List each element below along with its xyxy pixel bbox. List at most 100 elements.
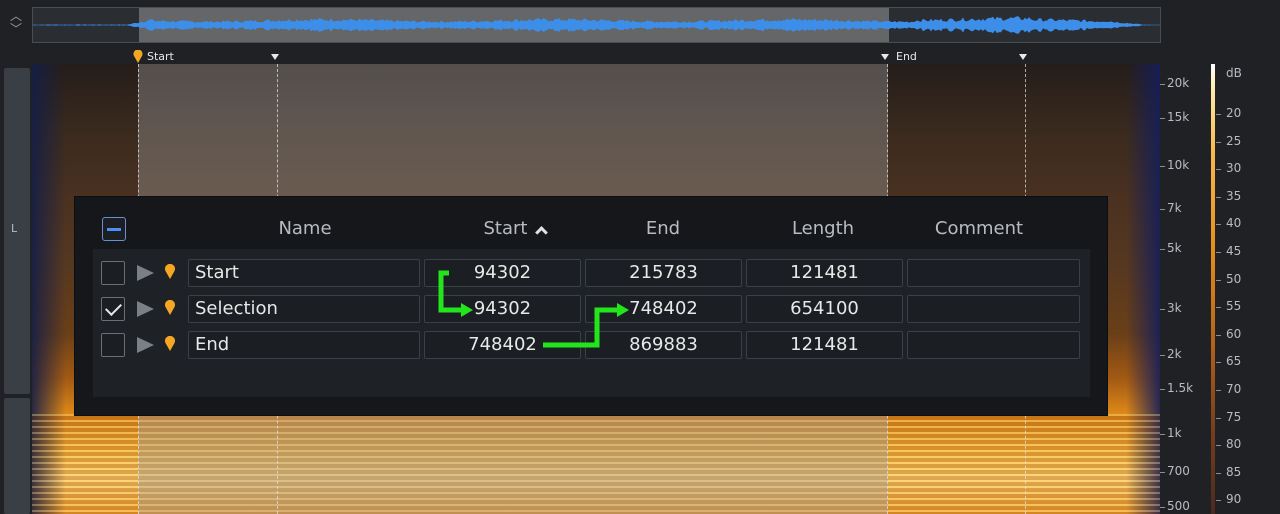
freq-tick: [1160, 166, 1165, 167]
column-header-start-label: Start: [483, 218, 528, 239]
length-field[interactable]: 121481: [746, 259, 903, 287]
start-field[interactable]: 94302: [424, 259, 581, 287]
db-label: 20: [1226, 106, 1242, 120]
db-label: 65: [1226, 354, 1242, 369]
db-label: 25: [1226, 133, 1242, 148]
row-checkbox[interactable]: [101, 333, 125, 357]
db-label: 80: [1226, 437, 1242, 452]
column-header-name[interactable]: Name: [265, 217, 345, 241]
end-marker-flag-icon[interactable]: [881, 54, 889, 60]
db-tick: [1216, 445, 1221, 447]
db-label: 50: [1226, 271, 1242, 286]
freq-label: 20k: [1167, 76, 1190, 90]
play-icon[interactable]: [137, 337, 154, 353]
end-field[interactable]: 869883: [585, 331, 742, 359]
db-tick: [1216, 252, 1221, 253]
db-label: 45: [1226, 244, 1242, 258]
freq-tick: [1160, 309, 1165, 310]
db-tick: [1216, 362, 1221, 364]
marker-row[interactable]: Selection 94302 748402 654100: [93, 294, 1090, 324]
length-field[interactable]: 654100: [746, 295, 903, 323]
comment-field[interactable]: [907, 331, 1080, 359]
start-marker-label: Start: [147, 50, 174, 63]
freq-tick: [1160, 249, 1165, 250]
start-field[interactable]: 94302: [424, 295, 581, 323]
channel-right-button[interactable]: [4, 398, 30, 514]
column-header-start[interactable]: Start: [455, 217, 575, 241]
db-tick: [1216, 390, 1221, 391]
audio-editor: ︿ ﹀ Start End L 20k 15k 10k 7k 5k 3k 2k …: [0, 0, 1280, 514]
freq-tick: [1160, 84, 1165, 85]
end-marker-label: End: [896, 50, 917, 63]
db-label: 70: [1226, 382, 1242, 396]
freq-label: 1k: [1167, 426, 1182, 440]
freq-label: 1.5k: [1167, 381, 1194, 395]
db-tick: [1216, 196, 1221, 198]
freq-tick: [1160, 355, 1165, 356]
name-field[interactable]: End: [188, 331, 420, 359]
sort-ascending-icon: [535, 226, 549, 239]
row-checkbox[interactable]: [101, 297, 125, 321]
start-field[interactable]: 748402: [424, 331, 581, 359]
end-field[interactable]: 215783: [585, 259, 742, 287]
freq-label: 3k: [1167, 301, 1182, 315]
db-label: 75: [1226, 409, 1242, 424]
freq-label: 500: [1167, 499, 1190, 513]
db-tick: [1216, 224, 1221, 226]
marker-row[interactable]: End 748402 869883 121481: [93, 330, 1090, 360]
waveform-overview-graphic: [33, 16, 1160, 34]
comment-field[interactable]: [907, 295, 1080, 323]
waveform-overview[interactable]: [32, 7, 1161, 43]
start-marker-end-flag-icon[interactable]: [271, 54, 279, 60]
db-label: 40: [1226, 216, 1242, 231]
db-scale[interactable]: dB 20 25 30 35 40 45 50 55 60 65 70 75 80 85 90: [1206, 64, 1280, 514]
freq-label: 15k: [1167, 110, 1190, 124]
column-header-length[interactable]: Length: [773, 217, 873, 241]
name-field[interactable]: Start: [188, 259, 420, 287]
channel-label: L: [11, 222, 18, 235]
db-label: 35: [1226, 188, 1242, 203]
name-field[interactable]: Selection: [188, 295, 420, 323]
db-tick: [1216, 417, 1221, 419]
marker-list-panel: Name Start End Length Comment Start 9430…: [74, 196, 1108, 416]
freq-tick: [1160, 472, 1165, 473]
marker-pin-icon: [165, 336, 175, 351]
marker-ruler: [0, 48, 1280, 64]
db-color-bar: [1211, 64, 1215, 514]
marker-pin-icon: [165, 300, 175, 315]
select-all-checkbox[interactable]: [102, 217, 126, 241]
db-tick: [1216, 141, 1221, 143]
play-icon[interactable]: [137, 265, 154, 281]
freq-tick: [1160, 434, 1165, 435]
db-label: 85: [1226, 464, 1242, 479]
overview-bar: ︿ ﹀: [0, 0, 1280, 48]
freq-label: 5k: [1167, 241, 1182, 255]
db-tick: [1216, 307, 1221, 309]
marker-row[interactable]: Start 94302 215783 121481: [93, 258, 1090, 288]
end-marker-end-flag-icon[interactable]: [1019, 54, 1027, 60]
freq-tick: [1160, 209, 1165, 210]
play-icon[interactable]: [137, 301, 154, 317]
column-header-comment[interactable]: Comment: [924, 217, 1034, 241]
expand-collapse-icon[interactable]: ︿ ﹀: [6, 10, 26, 40]
length-field[interactable]: 121481: [746, 331, 903, 359]
frequency-axis[interactable]: 20k 15k 10k 7k 5k 3k 2k 1.5k 1k 700 500: [1160, 64, 1206, 514]
db-label: 55: [1226, 299, 1242, 314]
start-marker-pin-icon[interactable]: [132, 50, 144, 64]
freq-label: 2k: [1167, 347, 1182, 361]
db-tick: [1216, 279, 1221, 281]
row-checkbox[interactable]: [101, 261, 125, 285]
db-unit-label: dB: [1226, 66, 1242, 80]
db-label: 60: [1226, 326, 1242, 341]
db-label: 90: [1226, 492, 1242, 507]
end-field[interactable]: 748402: [585, 295, 742, 323]
db-tick: [1216, 169, 1221, 171]
db-tick: [1216, 500, 1221, 502]
marker-list: Start 94302 215783 121481 Selection 9430…: [93, 249, 1090, 397]
freq-tick: [1160, 118, 1165, 119]
column-header-end[interactable]: End: [623, 217, 703, 241]
marker-pin-icon: [165, 264, 175, 279]
freq-tick: [1160, 389, 1165, 390]
comment-field[interactable]: [907, 259, 1080, 287]
freq-label: 700: [1167, 464, 1190, 478]
